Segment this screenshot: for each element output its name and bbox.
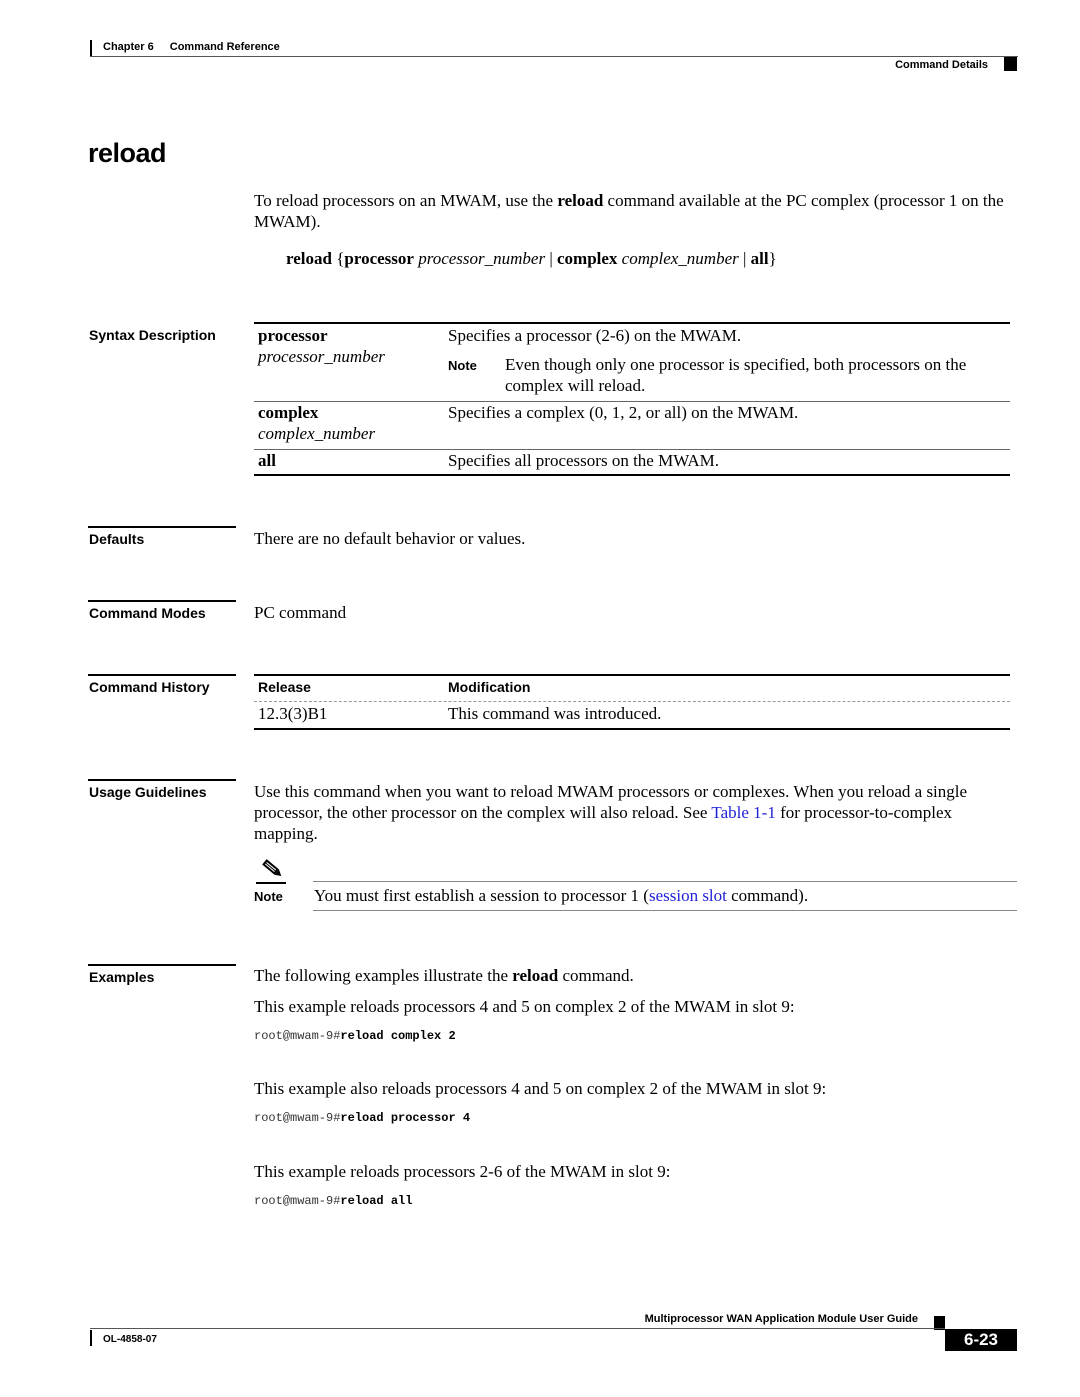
note-label: Note (448, 358, 477, 373)
section-rule (88, 600, 236, 602)
intro-paragraph: To reload processors on an MWAM, use the… (254, 190, 1024, 232)
example-code: root@mwam-9#reload complex 2 (254, 1029, 456, 1043)
section-rule (88, 674, 236, 676)
command-syntax: reload {processor processor_number | com… (286, 249, 777, 269)
syntax-brace: } (768, 249, 777, 268)
syntax-row-keyword: complex complex_number (258, 402, 375, 444)
session-slot-link[interactable]: session slot (649, 886, 727, 905)
note-label: Note (254, 889, 283, 904)
usage-paragraph: Use this command when you want to reload… (254, 781, 1018, 844)
example-description: This example also reloads processors 4 a… (254, 1079, 827, 1098)
examples-intro: The following examples illustrate the re… (254, 965, 634, 986)
table-bottom-rule (254, 474, 1010, 476)
keyword-processor: processor (258, 326, 328, 345)
syntax-argument: processor_number (418, 249, 546, 268)
syntax-command: reload (286, 249, 332, 268)
header-chapter: Chapter 6 Command Reference (103, 41, 280, 53)
code-prompt: root@mwam-9# (254, 1111, 341, 1125)
note-pencil-icon (256, 856, 286, 884)
section-rule (88, 964, 236, 966)
syntax-pipe: | (743, 249, 747, 268)
footer-bar (90, 1330, 92, 1346)
code-prompt: root@mwam-9# (254, 1029, 341, 1043)
examples-intro-text-after: command. (558, 966, 634, 985)
section-rule (88, 526, 236, 528)
examples-intro-text: The following examples illustrate the (254, 966, 513, 985)
history-table-top-rule (254, 674, 1010, 676)
code-command: reload processor 4 (340, 1111, 471, 1125)
syntax-row-keyword: processor processor_number (258, 325, 385, 367)
examples-intro-keyword: reload (512, 966, 559, 985)
syntax-argument: complex_number (621, 249, 739, 268)
section-label-defaults: Defaults (89, 531, 145, 547)
section-label-syntax-description: Syntax Description (89, 327, 216, 343)
footer-guide-title: Multiprocessor WAN Application Module Us… (644, 1313, 918, 1325)
footer-rule (90, 1328, 945, 1329)
section-label-examples: Examples (89, 969, 155, 985)
intro-keyword: reload (557, 191, 604, 210)
defaults-text: There are no default behavior or values. (254, 529, 526, 548)
page-title: reload (88, 138, 167, 168)
argument-complex-number: complex_number (258, 424, 376, 443)
intro-text: To reload processors on an MWAM, use the (254, 191, 558, 210)
history-table-bottom-rule (254, 728, 1010, 730)
footer-doc-number: OL-4858-07 (103, 1334, 157, 1345)
note-text-after: command). (726, 886, 809, 905)
section-label-command-history: Command History (89, 679, 210, 695)
example-description: This example reloads processors 4 and 5 … (254, 997, 795, 1016)
syntax-keyword: processor (344, 249, 414, 268)
header-marker (1004, 57, 1017, 71)
example-code: root@mwam-9#reload all (254, 1194, 412, 1208)
keyword-complex: complex (258, 403, 319, 422)
table-top-rule (254, 322, 1010, 324)
note-text: You must first establish a session to pr… (314, 886, 649, 905)
column-header-release: Release (258, 679, 311, 695)
syntax-row-description: Specifies all processors on the MWAM. (448, 451, 720, 470)
syntax-keyword: all (750, 249, 769, 268)
keyword-all: all (258, 451, 276, 470)
section-label-usage-guidelines: Usage Guidelines (89, 784, 207, 800)
history-modification-cell: This command was introduced. (448, 704, 662, 723)
header-bar (90, 40, 92, 56)
example-description: This example reloads processors 2-6 of t… (254, 1162, 671, 1181)
note-top-rule (313, 881, 1017, 882)
example-code: root@mwam-9#reload processor 4 (254, 1111, 470, 1125)
section-rule (88, 779, 236, 781)
history-release-cell: 12.3(3)B1 (258, 704, 328, 723)
syntax-note-text: Even though only one processor is specif… (505, 355, 967, 395)
code-prompt: root@mwam-9# (254, 1194, 341, 1208)
page-number: 6-23 (945, 1329, 1017, 1351)
code-command: reload all (340, 1194, 413, 1208)
code-command: reload complex 2 (340, 1029, 456, 1043)
chapter-number: Chapter 6 (103, 41, 154, 53)
syntax-row-description: Specifies a complex (0, 1, 2, or all) on… (448, 403, 799, 422)
syntax-row-description: Specifies a processor (2-6) on the MWAM. (448, 326, 742, 345)
column-header-modification: Modification (448, 679, 531, 695)
note-bottom-rule (313, 910, 1017, 911)
usage-note-text: You must first establish a session to pr… (314, 885, 808, 906)
chapter-title: Command Reference (169, 41, 280, 53)
argument-processor-number: processor_number (258, 347, 385, 366)
syntax-pipe: | (549, 249, 553, 268)
command-modes-text: PC command (254, 603, 347, 622)
syntax-keyword: complex (556, 249, 618, 268)
section-label-command-modes: Command Modes (89, 605, 206, 621)
header-section: Command Details (895, 59, 988, 71)
table-1-1-link[interactable]: Table 1-1 (711, 803, 775, 822)
header-rule (90, 56, 1018, 57)
history-header-rule (254, 701, 1010, 702)
